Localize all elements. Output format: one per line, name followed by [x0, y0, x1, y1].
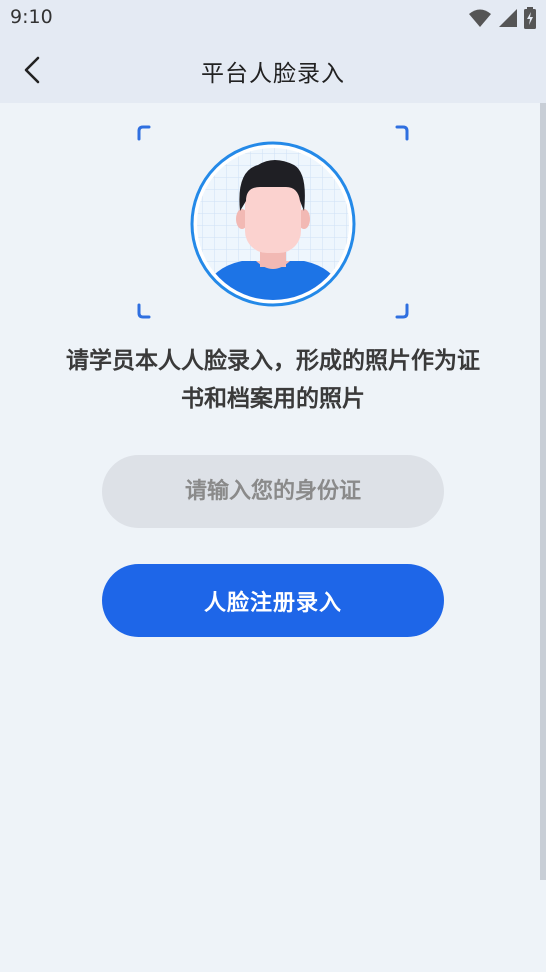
page-title: 平台人脸录入 — [201, 61, 345, 87]
instruction-line-2: 书和档案用的照片 — [181, 386, 365, 412]
header: 平台人脸录入 — [0, 36, 546, 103]
instruction-line-1: 请学员本人人脸录入，形成的照片作为证 — [66, 348, 480, 374]
wifi-icon — [469, 9, 491, 27]
status-time: 9:10 — [10, 6, 53, 28]
signal-icon — [499, 9, 517, 27]
status-icons — [468, 7, 536, 29]
face-register-button[interactable]: 人脸注册录入 — [102, 564, 444, 637]
id-number-input[interactable] — [102, 455, 444, 528]
face-avatar-icon — [190, 141, 356, 307]
scrollbar[interactable] — [540, 103, 546, 880]
battery-charging-icon — [524, 7, 536, 29]
instruction-text: 请学员本人人脸录入，形成的照片作为证 书和档案用的照片 — [30, 342, 516, 418]
status-bar: 9:10 — [0, 0, 546, 36]
